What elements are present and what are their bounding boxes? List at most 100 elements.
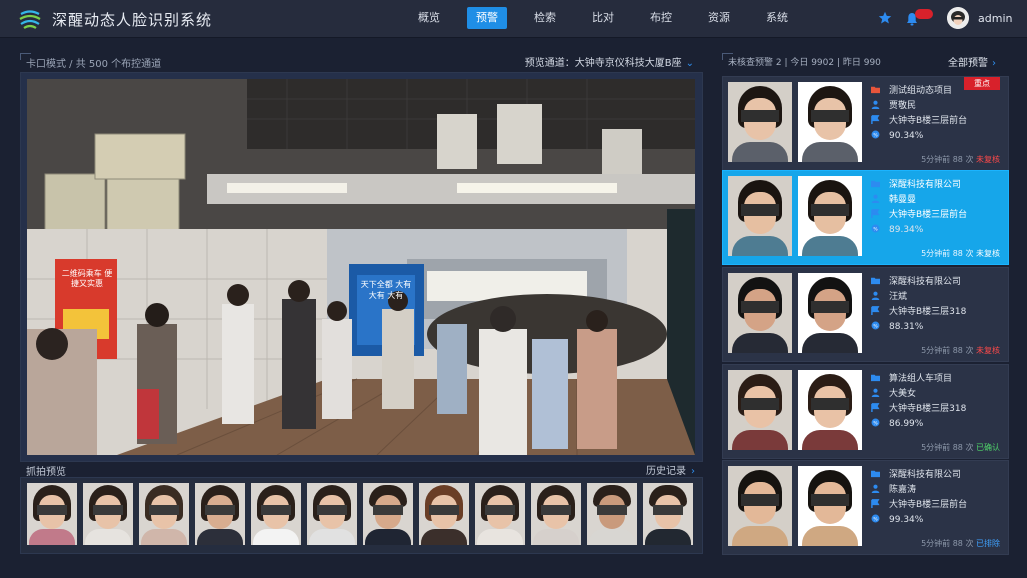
capture-thumb[interactable] bbox=[307, 483, 357, 545]
main-nav: 概览 预警 检索 比对 布控 资源 系统 bbox=[400, 7, 806, 29]
alert-score-text: 86.99% bbox=[889, 419, 924, 429]
reference-photo[interactable] bbox=[798, 82, 862, 162]
capture-thumb[interactable] bbox=[587, 483, 637, 545]
alert-score: % 99.34% bbox=[871, 513, 1001, 528]
alert-status[interactable]: 已排除 bbox=[976, 539, 1000, 548]
all-alerts-link[interactable]: 全部预警 › bbox=[948, 54, 996, 69]
location-flag-icon bbox=[871, 115, 880, 124]
alert-project: 深醒科技有限公司 bbox=[871, 468, 1001, 483]
alert-card[interactable]: 算法组人车项目 大美女 大钟寺B楼三层318% 86.99% 5分钟前 88 次 已确认 bbox=[722, 364, 1009, 459]
user-icon bbox=[871, 194, 880, 203]
alert-time: 5分钟前 bbox=[921, 346, 951, 355]
capture-thumb[interactable] bbox=[195, 483, 245, 545]
location-flag-icon bbox=[871, 499, 880, 508]
capture-thumb[interactable] bbox=[643, 483, 693, 545]
capture-thumb[interactable] bbox=[531, 483, 581, 545]
capture-photo[interactable] bbox=[728, 176, 792, 256]
capture-header: 抓拍预览 历史记录 › bbox=[20, 462, 701, 478]
capture-thumb[interactable] bbox=[363, 483, 413, 545]
alert-time: 5分钟前 bbox=[921, 539, 951, 548]
similarity-icon: % bbox=[871, 130, 880, 139]
capture-thumb[interactable] bbox=[251, 483, 301, 545]
alert-person: 贾敬民 bbox=[871, 99, 1001, 114]
user-avatar[interactable] bbox=[947, 7, 969, 29]
user-icon bbox=[871, 100, 880, 109]
monitor-header: 卡口模式 / 共 500 个布控通道 预览通道：大钟寺京仪科技大厦B座 ⌄ bbox=[20, 53, 700, 71]
nav-search[interactable]: 检索 bbox=[516, 7, 574, 29]
video-preview[interactable]: 二维码乘车 便捷又实惠 天下全都 大有 大有 大有 bbox=[20, 72, 703, 462]
alert-card[interactable]: 深醒科技有限公司 陈嘉涛 大钟寺B楼三层前台% 99.34% 5分钟前 88 次 已排除 bbox=[722, 460, 1009, 555]
capture-thumb[interactable] bbox=[27, 483, 77, 545]
capture-thumb[interactable] bbox=[83, 483, 133, 545]
alert-status[interactable]: 未复核 bbox=[976, 346, 1000, 355]
nav-resources[interactable]: 资源 bbox=[690, 7, 748, 29]
chevron-right-icon: › bbox=[992, 58, 996, 69]
alert-status[interactable]: 已确认 bbox=[976, 443, 1000, 452]
alert-project-text: 算法组人车项目 bbox=[889, 374, 953, 384]
alert-person-text: 大美女 bbox=[889, 389, 917, 399]
capture-thumb[interactable] bbox=[475, 483, 525, 545]
billboard-text: 天下全都 大有 大有 大有 bbox=[360, 280, 412, 300]
capture-photo[interactable] bbox=[728, 370, 792, 450]
chevron-down-icon[interactable]: ⌄ bbox=[686, 58, 694, 69]
capture-title: 抓拍预览 bbox=[26, 467, 66, 478]
alert-location-text: 大钟寺B楼三层前台 bbox=[889, 116, 968, 126]
capture-photo[interactable] bbox=[728, 273, 792, 353]
alert-location: 大钟寺B楼三层318 bbox=[871, 402, 1001, 417]
priority-ribbon: 重点 bbox=[964, 77, 1000, 90]
channel-selector[interactable]: 预览通道：大钟寺京仪科技大厦B座 ⌄ bbox=[525, 54, 694, 69]
alert-score: % 89.34% bbox=[871, 223, 1001, 238]
alert-card[interactable]: 测试组动态项目 贾敬民 大钟寺B楼三层前台% 90.34% 5分钟前 88 次 未复核 重… bbox=[722, 76, 1009, 171]
location-flag-icon bbox=[871, 306, 880, 315]
svg-text:%: % bbox=[873, 323, 878, 329]
svg-text:%: % bbox=[873, 132, 878, 138]
alert-count-unit: 次 bbox=[965, 346, 974, 355]
alert-location-text: 大钟寺B楼三层前台 bbox=[889, 210, 968, 220]
capture-photo[interactable] bbox=[728, 82, 792, 162]
reference-photo[interactable] bbox=[798, 370, 862, 450]
alert-card[interactable]: 深醒科技有限公司汪斌大钟寺B楼三层318% 88.31% 5分钟前 88 次 未复核 bbox=[722, 267, 1009, 362]
alert-project: 深醒科技有限公司 bbox=[871, 275, 1001, 290]
alert-score-text: 88.31% bbox=[889, 322, 924, 332]
alert-time: 5分钟前 bbox=[921, 249, 951, 258]
alert-project-text: 深醒科技有限公司 bbox=[889, 180, 962, 190]
folder-icon bbox=[871, 470, 880, 478]
alert-status[interactable]: 未复核 bbox=[976, 155, 1000, 164]
capture-thumb[interactable] bbox=[419, 483, 469, 545]
alert-status[interactable]: 未复核 bbox=[976, 249, 1000, 258]
capture-photo[interactable] bbox=[728, 466, 792, 546]
alert-count-unit: 次 bbox=[965, 443, 974, 452]
alert-count-unit: 次 bbox=[965, 155, 974, 164]
alert-score-text: 90.34% bbox=[889, 131, 924, 141]
alert-count: 88 bbox=[952, 155, 963, 164]
alert-time: 5分钟前 bbox=[921, 443, 951, 452]
reference-photo[interactable] bbox=[798, 466, 862, 546]
top-bar: 深醒动态人脸识别系统 概览 预警 检索 比对 布控 资源 系统 admin bbox=[0, 0, 1027, 38]
alert-card[interactable]: 深醒科技有限公司 韩曼曼 大钟寺B楼三层前台% 89.34% 5分钟前 88 次 未复核 bbox=[722, 170, 1009, 265]
chevron-right-icon: › bbox=[691, 466, 695, 477]
reference-photo[interactable] bbox=[798, 273, 862, 353]
nav-overview[interactable]: 概览 bbox=[400, 7, 458, 29]
user-icon bbox=[871, 388, 880, 397]
alert-person-text: 汪斌 bbox=[889, 292, 908, 302]
nav-system[interactable]: 系统 bbox=[748, 7, 806, 29]
username[interactable]: admin bbox=[978, 12, 1012, 25]
alert-location: 大钟寺B楼三层318 bbox=[871, 305, 1001, 320]
alert-location: 大钟寺B楼三层前台 bbox=[871, 208, 1001, 223]
location-flag-icon bbox=[871, 403, 880, 412]
alert-location-text: 大钟寺B楼三层前台 bbox=[889, 500, 968, 510]
alert-count: 88 bbox=[952, 539, 963, 548]
history-link[interactable]: 历史记录 › bbox=[646, 462, 695, 477]
poster-text: 二维码乘车 便捷又实惠 bbox=[61, 269, 113, 288]
reference-photo[interactable] bbox=[798, 176, 862, 256]
folder-icon bbox=[871, 374, 880, 382]
star-icon[interactable] bbox=[878, 11, 892, 25]
folder-icon bbox=[871, 277, 880, 285]
nav-compare[interactable]: 比对 bbox=[574, 7, 632, 29]
capture-thumb[interactable] bbox=[139, 483, 189, 545]
nav-deploy[interactable]: 布控 bbox=[632, 7, 690, 29]
alert-person: 汪斌 bbox=[871, 290, 1001, 305]
alert-person-text: 陈嘉涛 bbox=[889, 485, 917, 495]
alert-meta: 5分钟前 88 次 未复核 bbox=[921, 345, 1000, 356]
nav-alerts[interactable]: 预警 bbox=[467, 7, 507, 29]
